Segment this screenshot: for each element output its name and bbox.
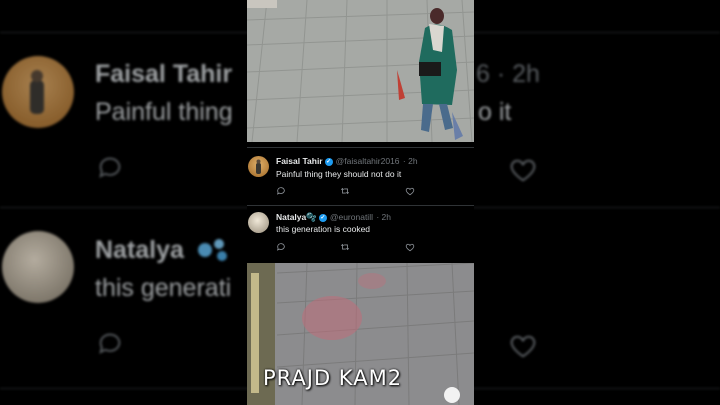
- tweet-faisal[interactable]: Faisal Tahir ✓ @faisaltahir2016 · 2h Painf…: [247, 150, 474, 204]
- tweet-author-line: Faisal Tahir ✓ @faisaltahir2016 · 2h: [276, 156, 418, 166]
- reply-icon[interactable]: [276, 186, 286, 196]
- avatar[interactable]: [248, 156, 269, 177]
- tweet-natalya[interactable]: Natalya🫧 ✓ @euronatill · 2h this generatio…: [247, 206, 474, 261]
- tweet-text: this generation is cooked: [276, 224, 371, 234]
- tweet-time[interactable]: · 2h: [376, 212, 391, 222]
- avatar[interactable]: [248, 212, 269, 233]
- retweet-icon[interactable]: [340, 242, 350, 252]
- video-player-bottom[interactable]: PRAJD KAM2: [247, 263, 474, 405]
- divider: [247, 147, 474, 148]
- video-player-top[interactable]: [247, 0, 474, 142]
- like-icon[interactable]: [405, 186, 415, 196]
- author-name[interactable]: Faisal Tahir: [276, 156, 323, 166]
- tweet-actions: [276, 186, 466, 196]
- tweet-author-line: Natalya🫧 ✓ @euronatill · 2h: [276, 212, 391, 223]
- author-handle[interactable]: @euronatill: [330, 212, 373, 222]
- tweet-time[interactable]: · 2h: [403, 156, 418, 166]
- bubbles-emoji: 🫧: [306, 212, 317, 222]
- bg-text-faisal-tail: o it: [478, 98, 512, 126]
- bg-avatar-natalya: [2, 231, 74, 303]
- bg-reply-icon: [99, 157, 121, 178]
- bg-like-icon: [510, 159, 536, 182]
- bg-author-natalya: Natalya: [95, 236, 184, 264]
- bg-like-icon: [510, 335, 536, 358]
- bg-reply-icon: [99, 333, 121, 354]
- bg-text-natalya: this generati: [95, 274, 232, 302]
- tweet-actions: [276, 242, 466, 252]
- bg-meta-faisal: 6 · 2h: [476, 60, 540, 88]
- bubbles-icon: [198, 239, 227, 261]
- author-name[interactable]: Natalya: [276, 212, 306, 222]
- bg-avatar-faisal: [2, 56, 74, 128]
- retweet-icon[interactable]: [340, 186, 350, 196]
- like-icon[interactable]: [405, 242, 415, 252]
- bg-text-faisal: Painful thing: [95, 98, 233, 126]
- street-scene-image: [247, 0, 474, 142]
- verified-badge-icon: ✓: [324, 157, 333, 166]
- author-handle[interactable]: @faisaltahir2016: [336, 156, 400, 166]
- reply-icon[interactable]: [276, 242, 286, 252]
- video-overlay-caption: PRAJD KAM2: [263, 366, 403, 390]
- feed-column: Faisal Tahir ✓ @faisaltahir2016 · 2h Painf…: [247, 0, 474, 405]
- bg-author-faisal: Faisal Tahir: [95, 60, 233, 88]
- verified-badge-icon: ✓: [318, 213, 327, 222]
- tweet-text: Painful thing they should not do it: [276, 169, 402, 179]
